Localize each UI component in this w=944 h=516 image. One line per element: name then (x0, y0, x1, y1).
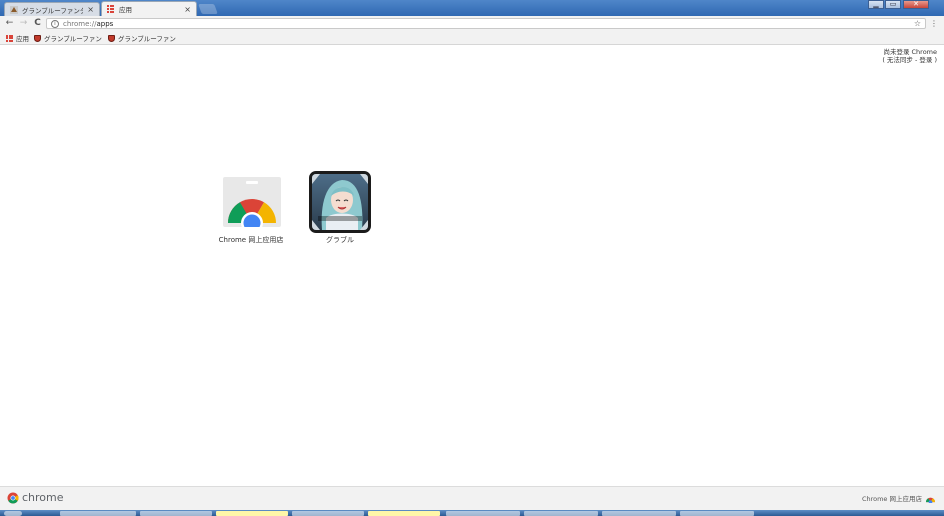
app-label: グラブル (326, 236, 354, 244)
taskbar-item[interactable] (292, 511, 364, 516)
os-taskbar (0, 510, 944, 516)
tab-label: グランブルーファンタジ (22, 6, 84, 15)
signin-notice: 尚未登录 Chrome ( 无法同步 - 登录 ) (882, 48, 937, 64)
taskbar-item[interactable] (602, 511, 676, 516)
signin-link[interactable]: ( 无法同步 - 登录 ) (882, 56, 937, 64)
chrome-brand-text: chrome (22, 491, 64, 504)
maximize-button[interactable]: ▭ (885, 0, 901, 9)
new-tab-button[interactable] (198, 4, 218, 14)
taskbar-item[interactable] (446, 511, 520, 516)
bookmark-label: グランブルーファン (118, 35, 176, 43)
apps-grid-icon (6, 34, 13, 42)
url-scheme: chrome:// (63, 19, 97, 28)
chrome-logo-icon (7, 492, 19, 503)
shield-icon (108, 34, 115, 42)
taskbar-item[interactable] (140, 511, 212, 516)
tab-granblue[interactable]: グランブルーファンタジ × (4, 2, 100, 16)
granblue-favicon-icon (10, 5, 18, 14)
bookmark-granblue-2[interactable]: グランブルーファン (108, 33, 176, 43)
web-store-icon (926, 497, 935, 503)
tab-apps[interactable]: 应用 × (101, 1, 197, 16)
app-granblue[interactable] (309, 171, 371, 233)
bookmark-apps[interactable]: 应用 (6, 33, 29, 43)
tab-strip: グランブルーファンタジ × 应用 × ▁ ▭ ✕ (0, 0, 944, 16)
shield-icon (34, 34, 41, 42)
granblue-app-icon (312, 174, 368, 230)
back-button[interactable]: ← (4, 18, 15, 29)
info-icon[interactable]: i (51, 19, 59, 28)
close-window-button[interactable]: ✕ (903, 0, 929, 9)
forward-button[interactable]: → (18, 18, 29, 29)
web-store-link-label: Chrome 网上应用店 (861, 495, 922, 503)
start-button[interactable] (4, 511, 22, 516)
apps-grid-icon (107, 5, 115, 13)
web-store-link[interactable]: Chrome 网上应用店 (862, 493, 935, 503)
bookmark-granblue-1[interactable]: グランブルーファン (34, 33, 102, 43)
tab-label: 应用 (119, 6, 132, 14)
taskbar-item[interactable] (368, 511, 440, 516)
taskbar-item[interactable] (680, 511, 754, 516)
minimize-button[interactable]: ▁ (868, 0, 884, 9)
taskbar-item[interactable] (524, 511, 598, 516)
taskbar-item[interactable] (60, 511, 136, 516)
chrome-brand: chrome (7, 491, 64, 504)
tab-close-icon[interactable]: × (87, 5, 94, 14)
app-chrome-web-store[interactable] (223, 177, 281, 227)
signin-status: 尚未登录 Chrome (883, 48, 937, 56)
reload-button[interactable]: C (32, 18, 43, 29)
bookmark-label: グランブルーファン (44, 35, 102, 43)
taskbar-item[interactable] (216, 511, 288, 516)
toolbar: ← → C i chrome://apps ☆ ⋮ (0, 16, 944, 31)
menu-icon[interactable]: ⋮ (930, 19, 938, 28)
chrome-web-store-icon (223, 177, 281, 227)
address-bar[interactable]: i chrome://apps ☆ (46, 18, 926, 29)
bookmark-star-icon[interactable]: ☆ (914, 19, 921, 29)
bottom-bar: chrome Chrome 网上应用店 (0, 486, 944, 511)
url-path: apps (96, 19, 114, 28)
bookmark-label: 应用 (16, 35, 29, 43)
bookmarks-bar: 应用 グランブルーファン グランブルーファン (0, 31, 944, 45)
tab-close-icon[interactable]: × (184, 5, 191, 14)
